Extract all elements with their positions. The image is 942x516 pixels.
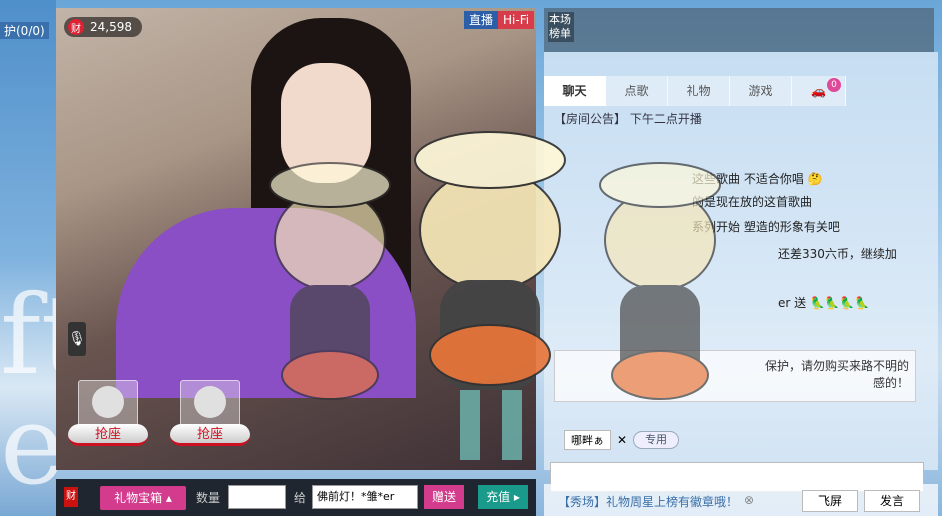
gift-animation — [269, 131, 721, 460]
wealth-icon: 财 — [68, 19, 84, 35]
ranking-label[interactable]: 本场榜单 — [548, 12, 574, 42]
live-label[interactable]: 直播 — [464, 11, 499, 29]
gift-box-button[interactable]: 礼物宝箱 ▴ — [100, 486, 186, 510]
grab-seat-button[interactable]: 抢座 — [68, 424, 148, 446]
drummer-figure — [269, 162, 391, 400]
avatar-placeholder-icon — [92, 386, 124, 418]
microphone-icon[interactable]: 🎙 — [68, 322, 86, 356]
wealth-value: 24,598 — [90, 20, 132, 34]
recipient-select[interactable]: 佛前灯！*雏*er — [312, 485, 418, 509]
wealth-icon: 财 — [64, 487, 78, 507]
send-gift-button[interactable]: 赠送 — [424, 485, 464, 509]
ranking-bar: 本场榜单 — [544, 8, 934, 52]
quantity-input[interactable] — [228, 485, 286, 509]
seat-slot: 抢座 — [68, 380, 148, 456]
chat-message: er 送 🦜🦜🦜🦜 — [778, 296, 870, 310]
close-icon[interactable]: ⊗ — [744, 493, 754, 507]
guard-count[interactable]: 护(0/0) — [0, 22, 49, 39]
tab-car[interactable]: 🚗 0 — [792, 76, 846, 106]
hifi-label[interactable]: Hi-Fi — [498, 11, 535, 29]
car-icon: 🚗 — [811, 84, 826, 98]
chat-message: 还差330六币，继续加 — [778, 247, 897, 261]
broadcast-mode: 直播 Hi-Fi — [464, 11, 535, 29]
give-to-label: 给 — [294, 491, 307, 505]
drummer-figure — [414, 131, 566, 460]
wealth-badge: 财 24,598 — [64, 17, 142, 37]
fly-screen-button[interactable]: 飞屏 — [802, 490, 858, 512]
send-message-button[interactable]: 发言 — [864, 490, 920, 512]
bottom-bar: 【秀场】礼物周星上榜有徽章哦！ ⊗ 飞屏 发言 — [544, 484, 938, 516]
drummer-figure — [599, 162, 721, 400]
promo-notice[interactable]: 【秀场】礼物周星上榜有徽章哦！ — [558, 493, 738, 510]
quantity-label: 数量 — [196, 491, 221, 505]
gift-toolbar: 财 礼物宝箱 ▴ 数量 给 佛前灯！*雏*er 赠送 充值 ▸ — [56, 479, 536, 516]
recharge-button[interactable]: 充值 ▸ — [478, 485, 528, 509]
car-badge: 0 — [827, 78, 841, 92]
